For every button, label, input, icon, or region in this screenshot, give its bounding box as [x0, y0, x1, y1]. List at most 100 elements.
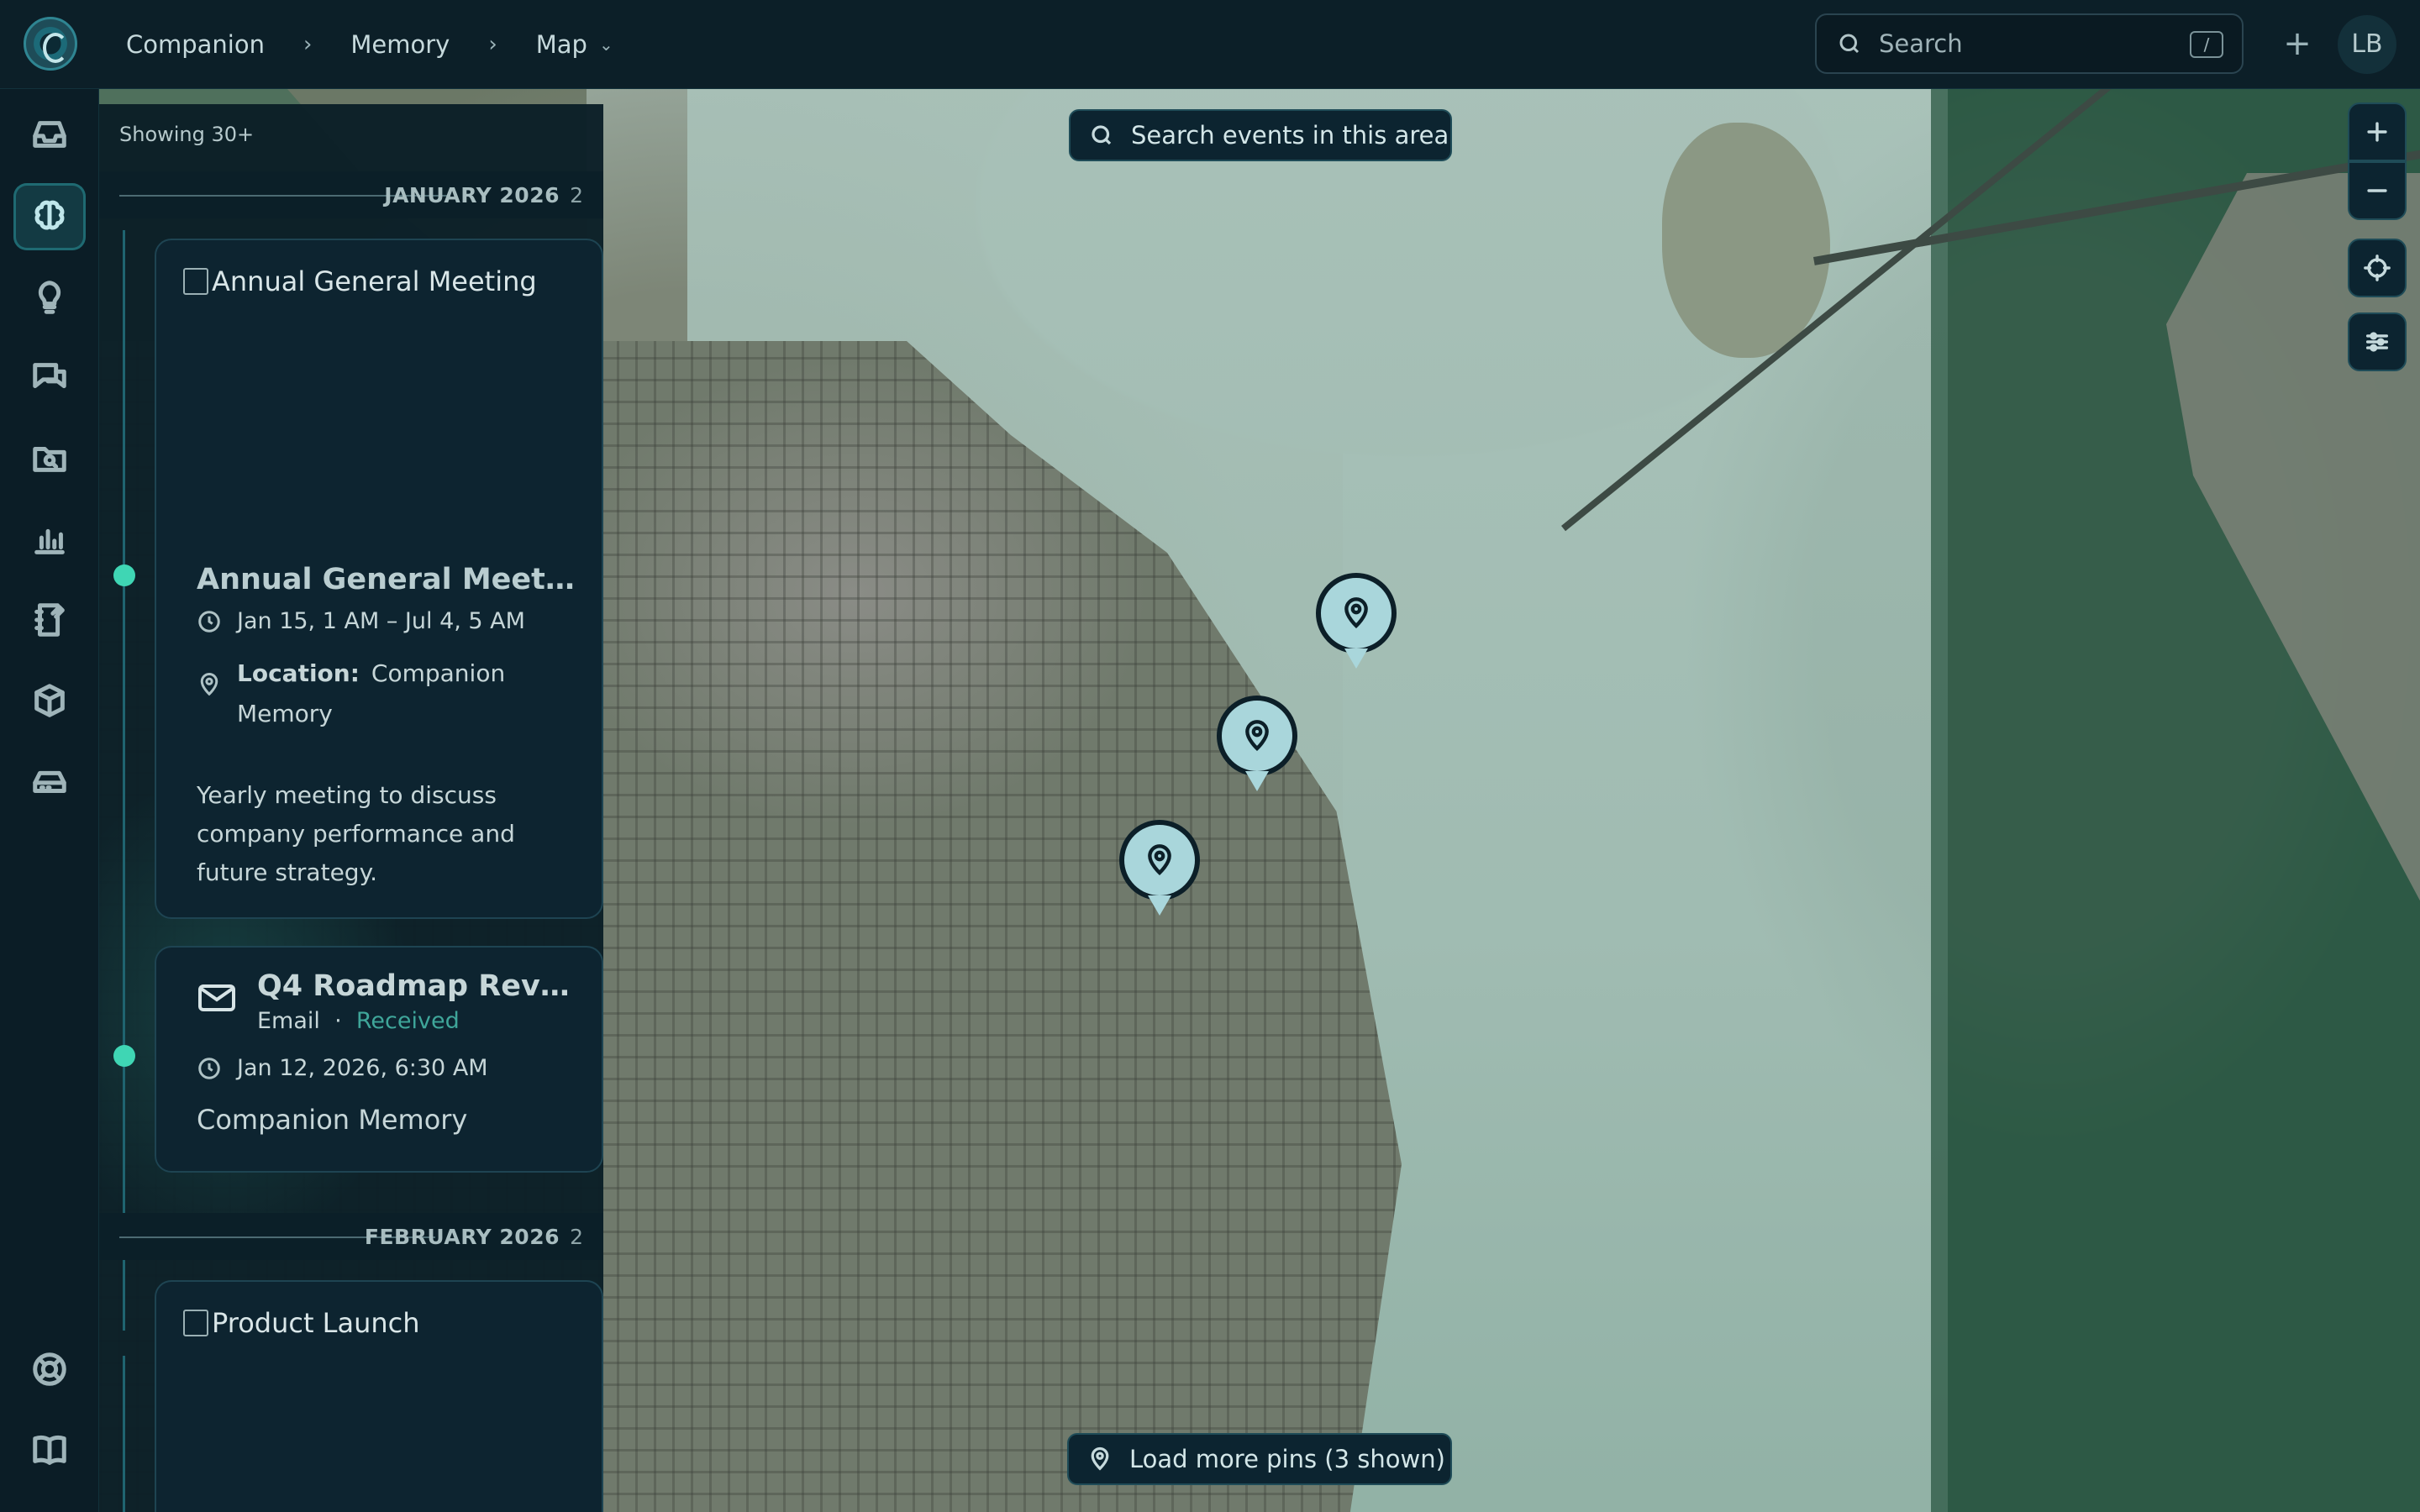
search-icon — [1839, 34, 1860, 54]
search-icon — [1092, 125, 1112, 145]
nav-objects[interactable] — [13, 667, 86, 734]
event-card[interactable]: Q4 Roadmap Review Email · Received Jan 1… — [155, 946, 603, 1173]
event-time-row: Jan 15, 1 AM – Jul 4, 5 AM — [197, 608, 525, 634]
timeline-panel[interactable]: Showing 30+ JANUARY 2026 2 Annual Genera… — [99, 104, 603, 1512]
brain-icon — [34, 200, 65, 230]
event-image: Annual General Meeting — [183, 265, 537, 297]
pin-circle — [1316, 573, 1397, 654]
global-search[interactable]: Search / — [1815, 13, 2244, 74]
crosshair-icon — [2364, 255, 2391, 281]
bar-chart-icon — [34, 528, 65, 554]
event-status: Received — [355, 1008, 460, 1034]
nav-insights[interactable] — [13, 264, 86, 331]
event-time: Jan 15, 1 AM – Jul 4, 5 AM — [237, 608, 525, 634]
event-title: Q4 Roadmap Review — [257, 969, 576, 1003]
location-label: Location: — [237, 659, 360, 687]
nav-files[interactable] — [13, 425, 86, 492]
pin-circle — [1217, 696, 1297, 776]
nav-chat[interactable] — [13, 344, 86, 412]
month-label: FEBRUARY 2026 — [364, 1224, 560, 1249]
pin-tail — [1245, 771, 1269, 791]
chevron-down-icon[interactable]: ⌄ — [599, 34, 613, 55]
nav-memory[interactable] — [13, 183, 86, 250]
nav-inbox[interactable] — [13, 101, 86, 168]
event-location-row: Location: Companion Memory — [197, 654, 583, 734]
pin-tail — [1344, 648, 1368, 669]
locate-button[interactable] — [2348, 239, 2407, 297]
nav-help[interactable] — [13, 1336, 86, 1403]
showing-count: Showing 30+ — [119, 123, 255, 146]
location-text: Location: Companion Memory — [237, 654, 583, 734]
nav-notes[interactable] — [13, 586, 86, 654]
location-pin-icon — [1344, 597, 1368, 628]
event-card[interactable]: Product Launch — [155, 1280, 603, 1512]
event-time-row: Jan 12, 2026, 6:30 AM — [197, 1055, 488, 1081]
help-icon — [33, 1352, 66, 1386]
event-type: Email — [257, 1008, 320, 1034]
notebook-icon — [34, 603, 65, 637]
event-title: Annual General Meeting — [197, 563, 575, 596]
app-logo-icon[interactable] — [24, 17, 77, 71]
month-count: 2 — [570, 182, 583, 207]
timeline-rail — [123, 230, 125, 1331]
zoom-in-button[interactable] — [2348, 102, 2407, 161]
lightbulb-icon — [38, 281, 61, 314]
pin-tail — [1148, 895, 1171, 916]
event-description: Yearly meeting to discuss company perfor… — [197, 781, 515, 886]
load-more-pins-button[interactable]: Load more pins (3 shown) — [1067, 1433, 1452, 1485]
top-bar: Companion › Memory › Map ⌄ Search / + LB — [0, 0, 2420, 89]
event-image: Product Launch — [183, 1307, 420, 1339]
breadcrumb-map[interactable]: Map — [536, 30, 587, 59]
search-area-button[interactable]: Search events in this area — [1069, 109, 1452, 161]
add-button[interactable]: + — [2274, 20, 2321, 67]
cube-icon — [34, 684, 65, 717]
mail-icon — [198, 984, 235, 1011]
broken-image-icon — [183, 1310, 208, 1336]
zoom-out-button[interactable] — [2348, 161, 2407, 220]
map-pin[interactable] — [1316, 573, 1400, 674]
layers-button[interactable] — [2348, 312, 2407, 371]
chevron-right-icon: › — [488, 32, 497, 57]
location-pin-icon — [1245, 720, 1269, 751]
plus-icon — [2367, 122, 2387, 142]
map-pin[interactable] — [1217, 696, 1301, 796]
event-subtitle: Email · Received — [257, 1008, 460, 1034]
user-avatar[interactable]: LB — [2338, 15, 2396, 74]
location-pin-icon — [1091, 1446, 1109, 1471]
chevron-right-icon: › — [302, 32, 313, 57]
search-shortcut: / — [2190, 31, 2223, 58]
minus-icon — [2367, 189, 2387, 192]
sidebar — [0, 89, 99, 1512]
event-time: Jan 12, 2026, 6:30 AM — [237, 1055, 488, 1081]
inbox-icon — [33, 121, 66, 148]
nav-storage[interactable] — [13, 748, 86, 815]
breadcrumb-memory[interactable]: Memory — [350, 30, 450, 59]
month-header: FEBRUARY 2026 2 — [99, 1213, 603, 1260]
image-alt-text: Product Launch — [212, 1307, 420, 1339]
month-label: JANUARY 2026 — [384, 182, 560, 207]
clock-icon — [198, 610, 220, 633]
map-pin[interactable] — [1119, 820, 1203, 921]
broken-image-icon — [183, 268, 208, 295]
month-header: JANUARY 2026 2 — [99, 171, 603, 218]
search-placeholder: Search — [1879, 29, 1963, 58]
location-pin-icon — [1148, 844, 1171, 875]
clock-icon — [198, 1057, 220, 1079]
load-more-label: Load more pins (3 shown) — [1129, 1445, 1445, 1473]
event-source: Companion Memory — [197, 1104, 468, 1136]
location-pin-icon — [200, 673, 218, 696]
event-card[interactable]: Annual General Meeting Annual General Me… — [155, 239, 603, 919]
breadcrumb-companion[interactable]: Companion — [126, 30, 265, 59]
timeline-dot — [113, 564, 135, 586]
chat-icon — [33, 363, 66, 389]
image-alt-text: Annual General Meeting — [212, 265, 537, 297]
sliders-icon — [2365, 332, 2389, 352]
nav-analytics[interactable] — [13, 506, 86, 573]
book-icon — [33, 1435, 66, 1465]
breadcrumb: Companion › Memory › Map ⌄ — [126, 0, 613, 89]
separator-dot: · — [327, 1008, 350, 1034]
drive-icon — [33, 770, 66, 793]
folder-search-icon — [33, 447, 66, 472]
nav-docs[interactable] — [13, 1416, 86, 1483]
timeline-dot — [113, 1045, 135, 1067]
